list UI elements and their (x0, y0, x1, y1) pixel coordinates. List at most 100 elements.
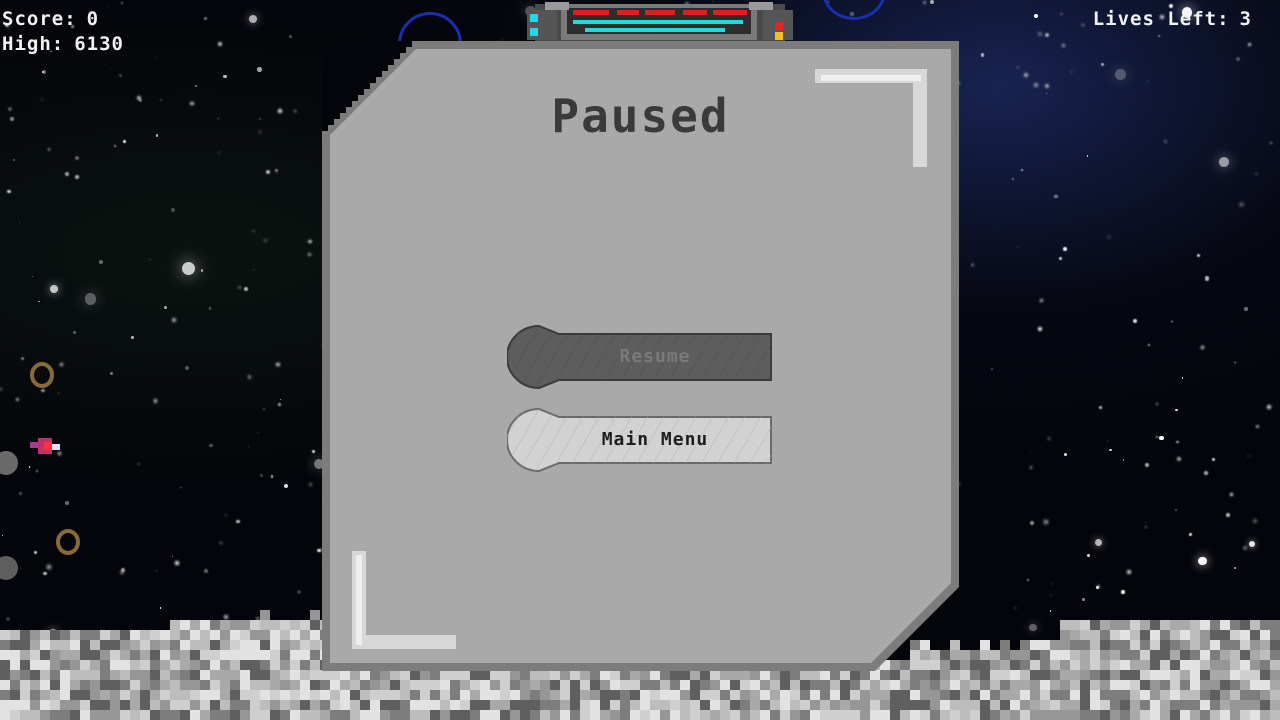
star (1126, 569, 1132, 575)
star (1064, 453, 1068, 456)
star (1021, 169, 1024, 172)
score-label: Score: (2, 8, 77, 30)
star (1205, 276, 1210, 281)
star (1050, 594, 1052, 597)
high-score-label: High: (2, 33, 65, 55)
star (209, 444, 213, 448)
star (1034, 14, 1038, 18)
star (49, 285, 58, 294)
star (184, 366, 189, 371)
star (1122, 458, 1125, 461)
star (85, 293, 97, 305)
star (1027, 579, 1030, 581)
star (1171, 320, 1173, 322)
star (1159, 435, 1164, 440)
star (224, 513, 227, 517)
star (1044, 520, 1049, 525)
star (1176, 456, 1181, 461)
star (65, 501, 69, 505)
star (922, 0, 926, 5)
star (204, 17, 207, 20)
star (172, 318, 176, 322)
star (41, 98, 44, 101)
main-menu-button[interactable]: Main Menu (507, 408, 773, 472)
star (65, 171, 70, 176)
star (7, 106, 12, 111)
star (19, 222, 21, 224)
star (163, 306, 167, 310)
star (156, 569, 158, 571)
star (293, 109, 296, 112)
star (278, 109, 283, 114)
star (252, 229, 255, 232)
pause-dialog: Paused Resume Main Menu (322, 41, 959, 671)
star (1096, 584, 1101, 589)
star (1034, 83, 1038, 88)
star (31, 275, 33, 278)
score-value: 0 (86, 8, 100, 30)
lives-label: Lives Left: (1092, 8, 1230, 30)
star (1155, 403, 1158, 406)
star (19, 492, 22, 495)
star (60, 363, 63, 366)
star (1100, 62, 1105, 67)
star (1255, 172, 1258, 176)
star (1269, 142, 1272, 145)
star (276, 363, 280, 367)
star (218, 118, 220, 120)
star (1211, 457, 1215, 461)
star (1044, 84, 1049, 89)
star (1256, 425, 1260, 429)
star (153, 399, 157, 403)
star (1030, 451, 1032, 453)
star (1229, 493, 1233, 497)
star (99, 260, 103, 265)
star (175, 561, 179, 565)
star (263, 238, 268, 243)
star (1047, 437, 1050, 440)
star (1017, 66, 1020, 69)
star (1144, 462, 1149, 467)
high-score-display: High: 6130 (2, 33, 124, 55)
star (1234, 566, 1237, 569)
star (2, 534, 4, 537)
star (1107, 441, 1109, 443)
star (1081, 23, 1084, 27)
star (252, 268, 255, 271)
pause-title: Paused (551, 89, 730, 143)
star (991, 368, 993, 370)
star (181, 262, 196, 276)
lives-value: 3 (1239, 8, 1252, 30)
star (1242, 545, 1248, 550)
star (1109, 448, 1112, 452)
star (33, 551, 37, 555)
star (257, 67, 262, 72)
star (500, 38, 502, 41)
star (308, 239, 313, 244)
star (10, 117, 14, 121)
star (170, 207, 175, 212)
star (243, 287, 249, 292)
star (258, 130, 261, 133)
star (179, 486, 182, 489)
star (47, 148, 51, 151)
star (1062, 44, 1066, 48)
resume-button-label: Resume (619, 346, 691, 367)
star (1176, 440, 1179, 444)
star (1234, 361, 1236, 364)
star (1188, 533, 1192, 537)
star (266, 169, 271, 174)
score-display: Score: 0 (2, 8, 99, 30)
star (1252, 518, 1258, 524)
resume-button[interactable]: Resume (507, 325, 773, 389)
star (160, 99, 163, 102)
star (194, 84, 197, 87)
star (1058, 256, 1063, 261)
star (1016, 246, 1019, 248)
star (1095, 539, 1103, 547)
star (74, 175, 79, 180)
star (1248, 540, 1255, 547)
star (155, 57, 157, 59)
star (930, 0, 935, 5)
star (155, 134, 159, 138)
